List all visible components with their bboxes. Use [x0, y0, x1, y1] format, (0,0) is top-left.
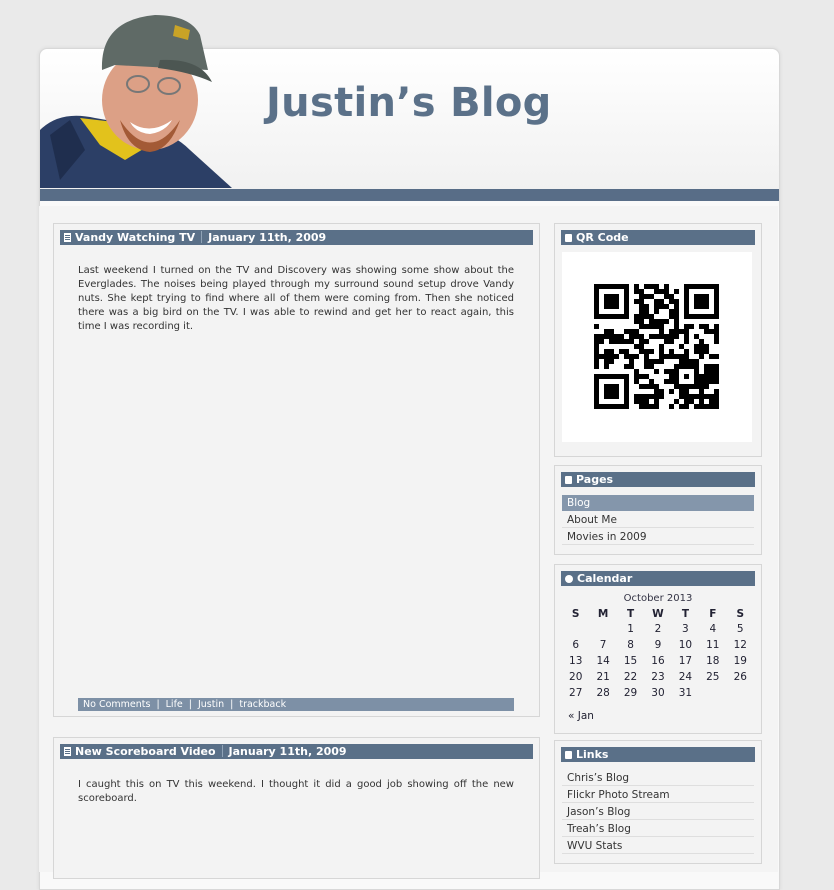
qr-code-icon [594, 284, 719, 409]
post-date: January 11th, 2009 [228, 745, 347, 758]
links-widget: Links Chris’s Blog Flickr Photo Stream J… [554, 740, 762, 864]
calendar-day: 3 [682, 623, 689, 635]
link-chris-blog[interactable]: Chris’s Blog [562, 770, 754, 786]
calendar-day: 9 [654, 639, 662, 651]
links-icon [565, 751, 572, 759]
separator: | [188, 699, 192, 710]
calendar-weekday: S [736, 607, 745, 620]
calendar-day: 16 [651, 655, 665, 667]
calendar-day: 5 [736, 623, 744, 635]
calendar-day: 12 [733, 639, 747, 651]
post: New Scoreboard Video January 11th, 2009 I… [53, 737, 540, 879]
widget-header: Calendar [561, 571, 755, 586]
calendar-day: 11 [706, 639, 720, 651]
post-body: I caught this on TV this weekend. I thou… [78, 779, 514, 804]
calendar-day: 18 [706, 655, 720, 667]
post-title[interactable]: Vandy Watching TV [75, 231, 195, 244]
calendar-icon [565, 575, 573, 583]
document-icon [64, 233, 71, 242]
calendar-day: 26 [733, 671, 747, 683]
divider [221, 745, 223, 757]
author-avatar [40, 15, 232, 188]
post-title[interactable]: New Scoreboard Video [75, 745, 216, 758]
calendar-weekday: T [626, 607, 635, 620]
calendar-day: 13 [569, 655, 583, 667]
comments-link[interactable]: No Comments [83, 699, 150, 710]
link-flickr[interactable]: Flickr Photo Stream [562, 787, 754, 803]
post: Vandy Watching TV January 11th, 2009 Last… [53, 223, 540, 717]
blog-title[interactable]: Justin’s Blog [266, 80, 552, 126]
divider [201, 231, 203, 243]
link-wvu-stats[interactable]: WVU Stats [562, 838, 754, 854]
calendar-day: 14 [596, 655, 610, 667]
calendar-day: 21 [596, 671, 610, 683]
link-treah-blog[interactable]: Treah’s Blog [562, 821, 754, 837]
calendar-day: 4 [709, 623, 717, 635]
calendar-weekday: M [597, 607, 609, 620]
widget-icon [565, 234, 572, 242]
pages-widget: Pages Blog About Me Movies in 2009 [554, 465, 762, 555]
calendar-day: 23 [651, 671, 665, 683]
calendar-weekday: F [709, 607, 717, 620]
calendar-day: 2 [654, 623, 662, 635]
post-header: Vandy Watching TV January 11th, 2009 [60, 230, 533, 245]
calendar-day: 15 [623, 655, 638, 667]
calendar-day: 17 [678, 655, 693, 667]
pages-icon [565, 476, 572, 484]
calendar-day: 30 [651, 687, 665, 699]
widget-header: Links [561, 747, 755, 762]
separator: | [230, 699, 234, 710]
document-icon [64, 747, 71, 756]
calendar-weekday: W [652, 607, 664, 620]
page-link-about-me[interactable]: About Me [562, 512, 754, 528]
calendar-day: 31 [678, 687, 693, 699]
calendar-table: October 2013 SMTWTFS 1 2 3 4 5 6 7 8 9 10 11 12 13 14… [562, 592, 754, 701]
calendar-day: 19 [733, 655, 747, 667]
calendar-day: 28 [596, 687, 610, 699]
calendar-widget: Calendar October 2013 SMTWTFS 1234567891… [554, 564, 762, 734]
calendar-day: 6 [572, 639, 580, 651]
author-link[interactable]: Justin [198, 699, 224, 710]
calendar-day: 27 [569, 687, 583, 699]
widget-title: Calendar [577, 572, 633, 585]
qr-code-widget: QR Code [554, 223, 762, 457]
calendar-day: 25 [706, 671, 720, 683]
page-link-movies[interactable]: Movies in 2009 [562, 529, 754, 545]
calendar-day: 22 [623, 671, 638, 683]
calendar-day: 20 [569, 671, 583, 683]
separator: | [156, 699, 160, 710]
calendar-prev-link[interactable]: « Jan [568, 710, 594, 722]
calendar-day [589, 621, 616, 637]
calendar-weekday: T [681, 607, 689, 620]
header-bar [40, 189, 779, 201]
calendar-day: 29 [623, 687, 638, 699]
calendar-day: 1 [627, 623, 634, 635]
calendar-month: October 2013 [623, 593, 693, 604]
calendar-day: 7 [599, 639, 607, 651]
calendar-day: 8 [627, 639, 634, 651]
calendar-weekday: S [571, 607, 580, 620]
page-link-blog[interactable]: Blog [562, 495, 754, 511]
widget-title: Pages [576, 473, 614, 486]
widget-header: Pages [561, 472, 755, 487]
post-body: Last weekend I turned on the TV and Disc… [78, 265, 514, 332]
post-date: January 11th, 2009 [208, 231, 327, 244]
post-footer: No Comments | Life | Justin | trackback [78, 698, 514, 711]
trackback-link[interactable]: trackback [239, 699, 286, 710]
calendar-day [727, 685, 754, 701]
link-jason-blog[interactable]: Jason’s Blog [562, 804, 754, 820]
calendar-day: 24 [678, 671, 693, 683]
calendar-day [562, 621, 589, 637]
post-header: New Scoreboard Video January 11th, 2009 [60, 744, 533, 759]
calendar-day [699, 685, 726, 701]
category-link[interactable]: Life [166, 699, 183, 710]
widget-header: QR Code [561, 230, 755, 245]
qr-code-image [562, 252, 752, 442]
widget-title: QR Code [576, 231, 629, 244]
widget-title: Links [576, 748, 609, 761]
calendar-day: 10 [678, 639, 693, 651]
